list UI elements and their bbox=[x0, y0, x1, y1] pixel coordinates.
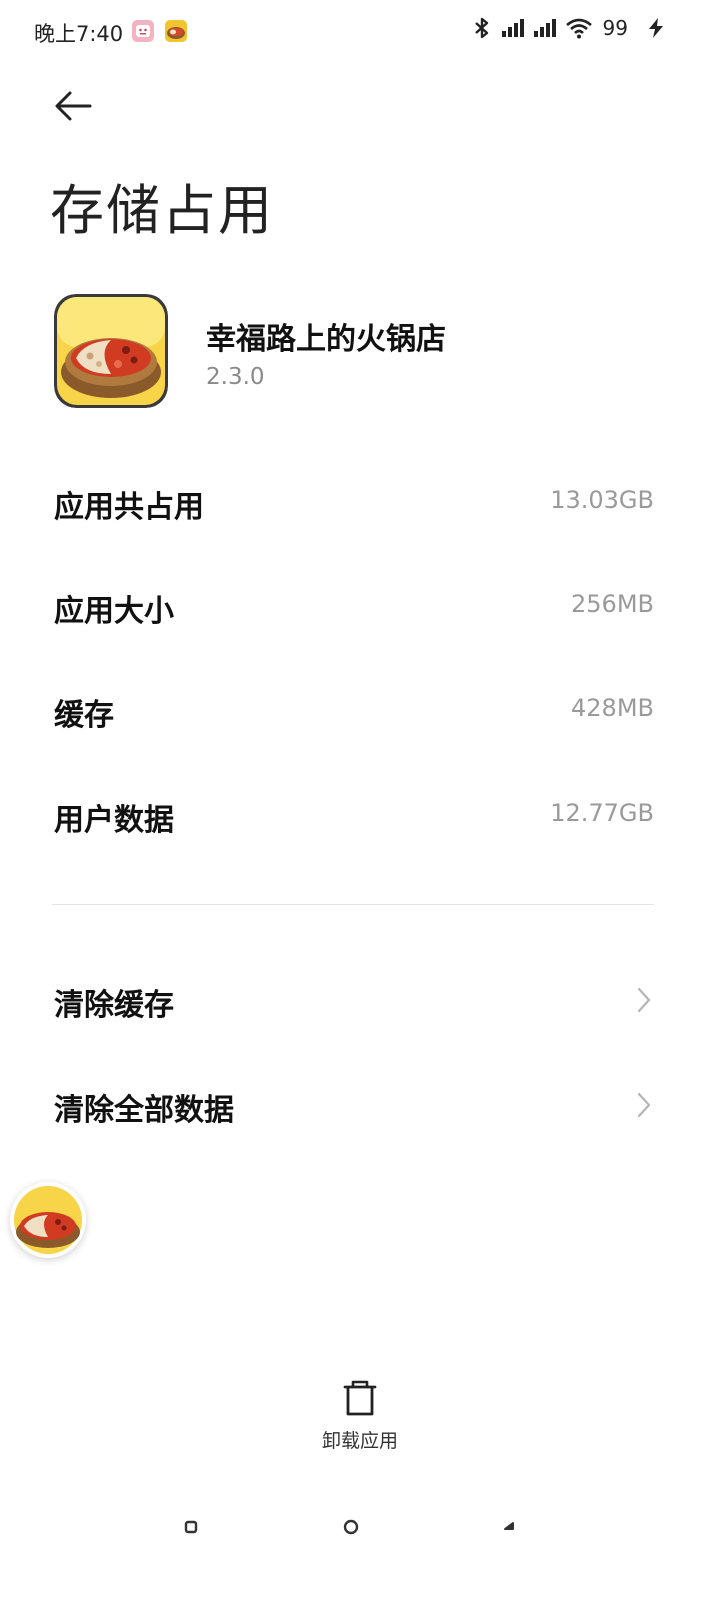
storage-row-app-size: 应用大小 256MB bbox=[54, 586, 654, 636]
storage-row-total: 应用共占用 13.03GB bbox=[54, 482, 654, 532]
row-value: 428MB bbox=[571, 694, 654, 722]
home-circle-icon bbox=[343, 1519, 359, 1535]
battery-level: 99 bbox=[602, 16, 628, 40]
system-nav-bar bbox=[0, 1490, 720, 1560]
row-label: 应用大小 bbox=[54, 594, 174, 629]
action-label: 清除缓存 bbox=[54, 988, 174, 1023]
row-label: 用户数据 bbox=[54, 803, 174, 838]
uninstall-label: 卸载应用 bbox=[321, 1430, 398, 1452]
signal-icon bbox=[501, 19, 524, 37]
back-triangle-icon bbox=[504, 1522, 514, 1530]
nav-back-button[interactable] bbox=[496, 1512, 526, 1542]
action-label: 清除全部数据 bbox=[54, 1093, 234, 1128]
status-bar: 晚上7:40 99 bbox=[0, 0, 720, 64]
bluetooth-icon bbox=[474, 17, 488, 39]
app-name: 幸福路上的火锅店 bbox=[206, 322, 446, 357]
game-app-icon bbox=[165, 20, 187, 42]
back-button[interactable] bbox=[50, 84, 102, 128]
storage-row-cache: 缓存 428MB bbox=[54, 690, 654, 740]
floating-game-bubble[interactable] bbox=[10, 1182, 86, 1258]
status-time: 晚上7:40 bbox=[34, 22, 124, 46]
game-bubble-icon bbox=[14, 1186, 82, 1254]
app-info: 幸福路上的火锅店 2.3.0 bbox=[54, 294, 674, 414]
row-value: 13.03GB bbox=[550, 486, 654, 514]
row-label: 缓存 bbox=[54, 698, 114, 733]
wifi-icon bbox=[565, 18, 592, 39]
signal-icon bbox=[533, 19, 556, 37]
page-title: 存储占用 bbox=[50, 179, 274, 242]
app-icon bbox=[54, 294, 168, 408]
charging-icon bbox=[649, 18, 663, 38]
row-label: 应用共占用 bbox=[54, 490, 204, 525]
row-value: 256MB bbox=[571, 590, 654, 618]
recents-square-icon bbox=[184, 1520, 198, 1534]
clear-cache-button[interactable]: 清除缓存 bbox=[54, 974, 654, 1034]
notification-app-icon bbox=[132, 20, 154, 42]
storage-row-user-data: 用户数据 12.77GB bbox=[54, 795, 654, 845]
clear-all-data-button[interactable]: 清除全部数据 bbox=[54, 1079, 654, 1139]
row-value: 12.77GB bbox=[550, 799, 654, 827]
app-version: 2.3.0 bbox=[206, 364, 265, 390]
trash-icon bbox=[343, 1380, 377, 1416]
home-button[interactable] bbox=[336, 1512, 366, 1542]
status-icons: 99 bbox=[473, 16, 668, 40]
divider bbox=[52, 904, 654, 905]
recents-button[interactable] bbox=[176, 1512, 206, 1542]
chevron-right-icon bbox=[637, 1092, 651, 1118]
uninstall-button[interactable]: 卸载应用 bbox=[300, 1380, 420, 1460]
chevron-right-icon bbox=[637, 987, 651, 1013]
back-arrow-icon bbox=[55, 91, 92, 121]
